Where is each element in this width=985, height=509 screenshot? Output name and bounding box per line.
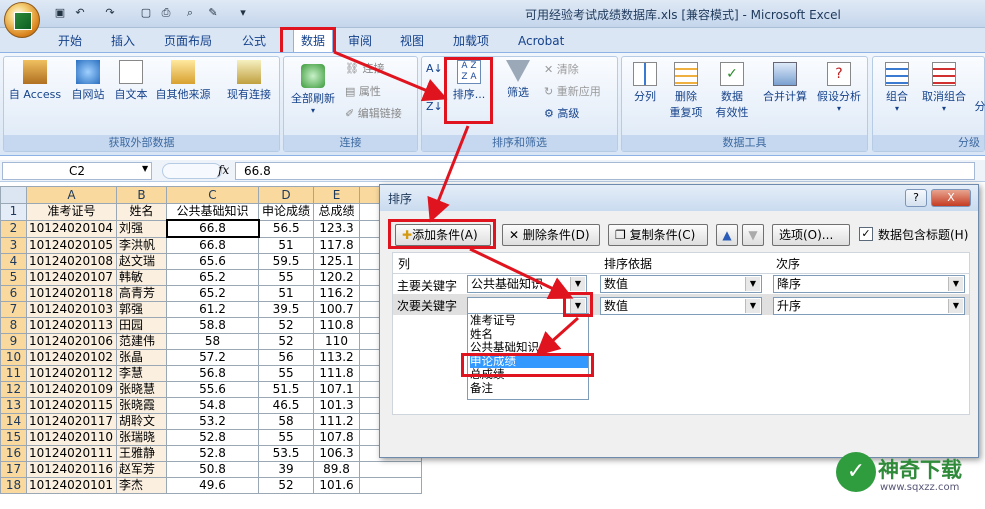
- arrow-sort-to-add: [427, 125, 470, 223]
- annotation-arrows: [333, 50, 580, 357]
- arrow-add-to-dropdown: [469, 247, 574, 300]
- arrow-dropdown-to-option: [535, 316, 580, 357]
- office-button[interactable]: [4, 2, 40, 38]
- arrow-tab-to-sort: [333, 50, 448, 102]
- watermark-brand: 神奇下载: [878, 458, 962, 482]
- watermark-url: www.sqxzz.com: [880, 482, 960, 493]
- brand-logo-icon: ✓: [836, 452, 876, 492]
